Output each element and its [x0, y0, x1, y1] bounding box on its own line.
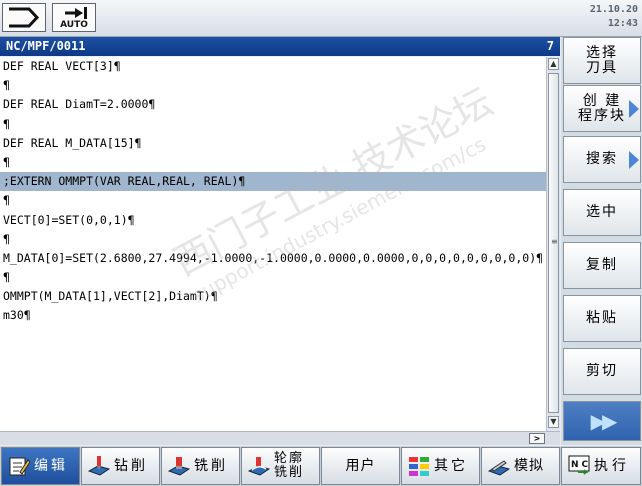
copy-softkey[interactable]: 复制	[563, 242, 641, 289]
user-label: 用户	[345, 458, 376, 474]
vertical-scrollbar[interactable]: ▲ ≡ ▼	[546, 57, 560, 431]
select-label: 选中	[586, 204, 618, 220]
code-line[interactable]: ¶	[0, 268, 546, 287]
code-line[interactable]: m30¶	[0, 306, 546, 325]
code-line[interactable]: ¶	[0, 191, 546, 210]
editor-title-bar: NC/MPF/0011 7	[0, 37, 560, 56]
code-line[interactable]: VECT[0]=SET(0,0,1)¶	[0, 211, 546, 230]
search-softkey[interactable]: 搜索	[563, 136, 641, 183]
other-softkey[interactable]: 其它	[401, 447, 480, 485]
contour-mill-softkey[interactable]: 轮廓 铣削	[241, 447, 320, 485]
cut-softkey[interactable]: 剪切	[563, 348, 641, 395]
drill-label: 钻削	[114, 458, 148, 474]
paste-label: 粘贴	[586, 310, 618, 326]
select-tool-label: 选择 刀具	[586, 44, 618, 76]
scroll-right-arrow-icon[interactable]: >	[529, 433, 545, 444]
create-block-softkey[interactable]: 创 建 程序块	[563, 85, 641, 132]
mill-icon	[168, 457, 190, 476]
program-path: NC/MPF/0011	[6, 39, 86, 53]
program-editor[interactable]: DEF REAL VECT[3]¶ ¶ DEF REAL DiamT=2.0000¶…	[0, 57, 546, 431]
select-tool-softkey[interactable]: 选择 刀具	[563, 37, 641, 84]
paste-softkey[interactable]: 粘贴	[563, 295, 641, 342]
scroll-down-arrow-icon[interactable]: ▼	[548, 416, 559, 428]
contour-mill-icon	[248, 457, 270, 476]
operating-area-button[interactable]	[2, 3, 46, 32]
code-line[interactable]: DEF REAL DiamT=2.0000¶	[0, 95, 546, 114]
user-softkey[interactable]: 用户	[321, 447, 400, 485]
copy-label: 复制	[586, 257, 618, 273]
channel-number: 7	[546, 39, 554, 53]
svg-text:NC: NC	[571, 460, 590, 470]
edit-softkey[interactable]: 编辑	[1, 447, 80, 485]
grip-icon: ≡	[551, 237, 558, 246]
status-bar: AUTO 21.10.20 12:43	[0, 0, 642, 37]
code-line[interactable]: ¶	[0, 115, 546, 134]
drill-icon	[88, 456, 110, 476]
date-time-display: 21.10.20 12:43	[590, 3, 638, 31]
horizontal-scrollbar[interactable]: >	[0, 431, 560, 445]
code-line[interactable]: DEF REAL VECT[3]¶	[0, 57, 546, 76]
machine-area-icon	[9, 7, 40, 28]
vertical-softkey-bar: 选择 刀具 创 建 程序块 搜索 选中 复制 粘贴 剪切 ▶▶	[561, 37, 642, 445]
other-icon	[409, 457, 429, 476]
scroll-up-arrow-icon[interactable]: ▲	[548, 58, 559, 70]
code-line[interactable]: ;EXTERN OMMPT(VAR REAL,REAL, REAL)¶	[0, 172, 546, 192]
create-block-label: 创 建 程序块	[578, 92, 626, 124]
date-text: 21.10.20	[589, 4, 638, 15]
drill-softkey[interactable]: 钻削	[81, 447, 160, 485]
mill-softkey[interactable]: 铣削	[161, 447, 240, 485]
simulate-softkey[interactable]: 模拟	[481, 447, 560, 485]
nc-execute-icon: NC	[568, 455, 590, 475]
auto-mode-button[interactable]: AUTO	[52, 3, 96, 32]
horizontal-softkey-bar: 编辑 钻削 铣削 轮廓 铣削 用户 其它 模拟 NC 执行	[0, 446, 642, 486]
time-text: 12:43	[607, 18, 638, 29]
simulate-label: 模拟	[514, 458, 544, 474]
execute-softkey[interactable]: NC 执行	[561, 447, 641, 485]
contour-mill-label: 轮廓 铣削	[274, 451, 305, 480]
mill-label: 铣削	[194, 458, 228, 474]
code-line[interactable]: OMMPT(M_DATA[1],VECT[2],DiamT)¶	[0, 287, 546, 306]
code-line[interactable]: ¶	[0, 230, 546, 249]
scroll-thumb[interactable]: ≡	[548, 73, 559, 413]
edit-icon	[9, 457, 30, 476]
code-line[interactable]: DEF REAL M_DATA[15]¶	[0, 134, 546, 153]
fast-forward-icon: ▶▶	[590, 408, 618, 433]
execute-label: 执行	[594, 458, 630, 474]
code-line[interactable]: M_DATA[0]=SET(2.6800,27.4994,-1.0000,-1.…	[0, 249, 546, 268]
next-softkeys-button[interactable]: ▶▶	[563, 401, 641, 441]
code-line[interactable]: ¶	[0, 76, 546, 95]
code-line[interactable]: ¶	[0, 153, 546, 172]
other-label: 其它	[434, 458, 468, 474]
simulate-icon	[488, 460, 510, 476]
submenu-arrow-icon	[629, 99, 639, 118]
search-label: 搜索	[586, 151, 618, 167]
select-softkey[interactable]: 选中	[563, 189, 641, 236]
edit-label: 编辑	[34, 458, 68, 474]
auto-mode-label: AUTO	[60, 20, 88, 30]
submenu-arrow-icon	[629, 150, 639, 169]
cut-label: 剪切	[586, 363, 618, 379]
